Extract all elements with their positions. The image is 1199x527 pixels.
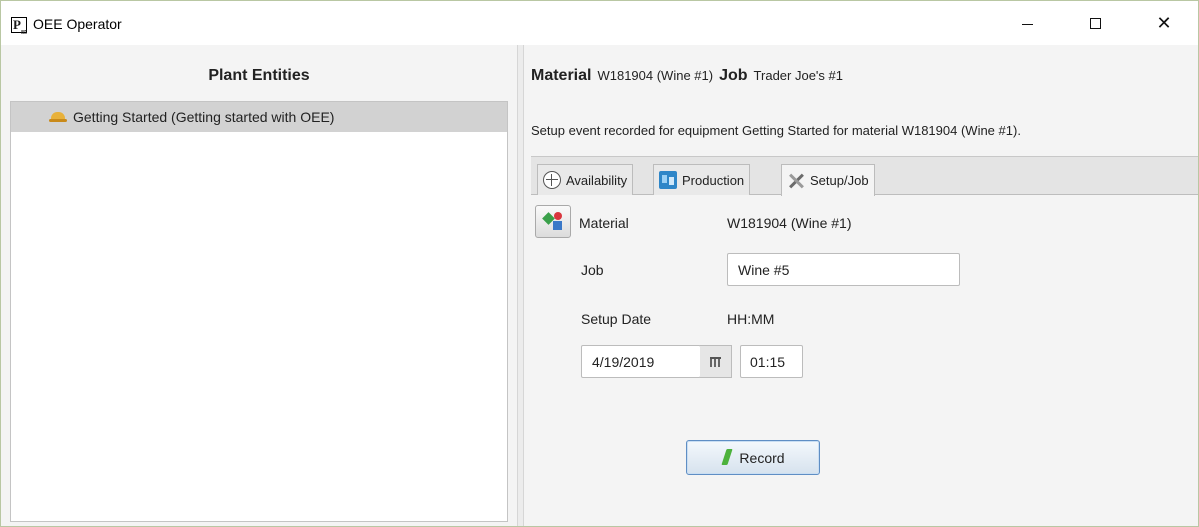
tools-icon (787, 172, 805, 190)
plant-entities-tree[interactable]: Getting Started (Getting started with OE… (10, 101, 508, 522)
material-heading-value: W181904 (Wine #1) (597, 68, 714, 83)
production-icon (659, 171, 677, 189)
setup-date-label: Setup Date (581, 311, 652, 327)
title-bar: P 85 OEE Operator ✕ (1, 1, 1198, 45)
record-button-label: Record (739, 449, 785, 466)
job-label: Job (581, 262, 604, 278)
current-material-line: Material W181904 (Wine #1) Job Trader Jo… (531, 67, 849, 85)
equipment-icon (49, 111, 67, 123)
plant-entities-panel: Plant Entities Getting Started (Getting … (1, 45, 517, 526)
setup-date-input[interactable] (581, 345, 701, 378)
window-title: OEE Operator (33, 16, 122, 32)
tab-availability[interactable]: Availability (537, 164, 634, 195)
job-heading-value: Trader Joe's #1 (753, 68, 843, 83)
calendar-icon (710, 356, 721, 367)
material-label: Material (579, 215, 629, 231)
tab-setup-job[interactable]: Setup/Job (781, 164, 875, 196)
material-heading-label: Material (531, 67, 592, 84)
tab-availability-label: Availability (566, 172, 628, 188)
status-message: Setup event recorded for equipment Getti… (531, 123, 1021, 138)
setup-time-input[interactable] (740, 345, 803, 378)
time-format-label: HH:MM (727, 311, 775, 327)
tab-strip: Availability Production Setup/Job (531, 156, 1198, 196)
job-input[interactable] (727, 253, 960, 286)
detail-panel: Material W181904 (Wine #1) Job Trader Jo… (524, 45, 1198, 526)
app-window: P 85 OEE Operator ✕ Plant Entities Gettin… (0, 0, 1199, 527)
tab-setup-job-label: Setup/Job (810, 173, 869, 188)
tab-production[interactable]: Production (653, 164, 751, 195)
material-value: W181904 (Wine #1) (727, 215, 852, 231)
select-material-button[interactable] (535, 205, 571, 238)
minimize-icon (1021, 23, 1033, 25)
date-picker-button[interactable] (700, 345, 732, 378)
tab-production-label: Production (682, 172, 745, 188)
record-button[interactable]: Record (686, 440, 820, 475)
plant-entities-heading: Plant Entities (208, 67, 310, 84)
split-pane-divider[interactable] (517, 45, 524, 526)
pen-icon (721, 449, 731, 467)
clock-icon (543, 171, 561, 189)
close-icon: ✕ (1156, 12, 1172, 33)
app-logo-icon: P 85 (11, 17, 27, 36)
tree-item-label: Getting Started (Getting started with OE… (73, 109, 335, 125)
minimize-button[interactable] (1004, 1, 1050, 45)
job-heading-label: Job (719, 67, 748, 84)
maximize-icon (1089, 17, 1101, 29)
close-button[interactable]: ✕ (1141, 1, 1187, 45)
maximize-button[interactable] (1072, 1, 1118, 45)
tree-item-getting-started[interactable]: Getting Started (Getting started with OE… (11, 102, 507, 132)
